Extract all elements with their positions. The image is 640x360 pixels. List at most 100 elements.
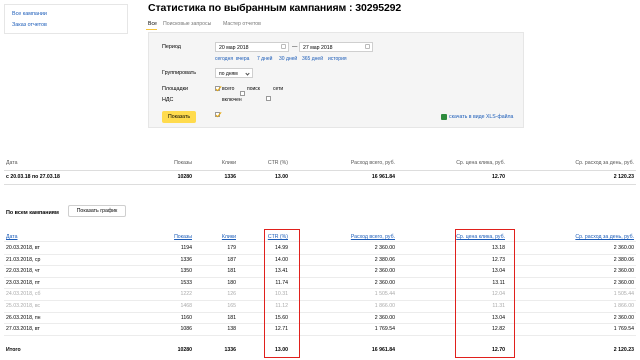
- row-date: 23.03.2018, пт: [6, 279, 41, 286]
- group-label: Группировать: [162, 70, 197, 76]
- row-clicks: 126: [227, 291, 236, 298]
- date-from-input[interactable]: 20 мар 2018: [215, 42, 289, 52]
- period-label: Период: [162, 44, 181, 50]
- row-impressions: 1160: [180, 314, 192, 321]
- group-select[interactable]: по дням: [215, 68, 253, 78]
- vat-checkbox[interactable]: [215, 112, 220, 117]
- row-date: 20.03.2018, вт: [6, 245, 40, 251]
- total-impressions: 10280: [177, 347, 192, 353]
- divider: [4, 311, 636, 313]
- divider: [4, 334, 636, 336]
- date-separator: —: [292, 44, 298, 50]
- calendar-icon[interactable]: [365, 44, 370, 49]
- summary-clicks: 1336: [224, 174, 236, 180]
- summary-col-spend: Расход всего, руб.: [350, 160, 395, 166]
- row-impressions: 1194: [180, 245, 192, 251]
- divider: [4, 241, 636, 242]
- summary-col-avg-cpc: Ср. цена клика, руб.: [456, 160, 505, 166]
- row-spend: 2 380.06: [374, 256, 395, 263]
- divider: [4, 253, 636, 255]
- quick-365-days[interactable]: 365 дней: [302, 56, 323, 62]
- col-spend[interactable]: Расход всего, руб.: [351, 234, 395, 240]
- row-clicks: 138: [227, 326, 236, 333]
- show-button[interactable]: Показать: [162, 111, 196, 123]
- row-clicks: 181: [227, 314, 236, 321]
- row-clicks: 180: [227, 279, 236, 286]
- total-spend: 16 961.84: [371, 347, 395, 353]
- row-avg-daily: 2 360.00: [613, 279, 634, 286]
- col-impressions[interactable]: Показы: [174, 234, 192, 240]
- site-all-checkbox[interactable]: [215, 86, 220, 91]
- date-to-value: 27 мар 2018: [303, 45, 333, 51]
- quick-history[interactable]: история: [328, 56, 347, 62]
- row-impressions: 1533: [180, 279, 192, 286]
- divider: [4, 299, 636, 301]
- row-spend: 1 866.00: [374, 303, 395, 309]
- row-spend: 2 360.00: [374, 279, 395, 286]
- row-date: 26.03.2018, пн: [6, 314, 41, 321]
- row-impressions: 1350: [180, 268, 192, 275]
- row-avg-daily: 2 380.06: [613, 256, 634, 263]
- site-search-label: поиск: [247, 86, 260, 92]
- row-date: 22.03.2018, чт: [6, 268, 40, 275]
- row-impressions: 1086: [180, 326, 192, 333]
- order-reports-link[interactable]: Заказ отчетов: [12, 22, 47, 28]
- all-campaigns-link[interactable]: Все кампании: [12, 11, 47, 17]
- group-select-value: по дням: [219, 71, 238, 77]
- page-title: Статистика по выбранным кампаниям : 3029…: [148, 2, 402, 14]
- summary-impressions: 10280: [177, 174, 192, 180]
- quick-today[interactable]: сегодня: [215, 56, 233, 62]
- summary-col-impressions: Показы: [174, 160, 192, 166]
- quick-yesterday[interactable]: вчера: [236, 56, 249, 62]
- quick-7-days[interactable]: 7 дней: [257, 56, 272, 62]
- download-xls-link[interactable]: скачать в виде XLS-файла: [449, 114, 513, 120]
- row-spend: 1 769.54: [374, 326, 395, 333]
- avg-cpc-column-highlight: [455, 229, 515, 358]
- row-date: 27.03.2018, вт: [6, 326, 40, 333]
- show-graph-button[interactable]: Показать график: [68, 205, 126, 217]
- summary-period: с 20.03.18 по 27.03.18: [6, 174, 60, 180]
- row-date: 24.03.2018, сб: [6, 291, 41, 298]
- summary-ctr: 13.00: [275, 174, 288, 180]
- divider: [4, 170, 636, 171]
- row-impressions: 1222: [180, 291, 192, 298]
- tab-report-wizard[interactable]: Мастер отчетов: [223, 21, 261, 27]
- divider: [4, 184, 636, 185]
- divider: [4, 288, 636, 290]
- total-clicks: 1336: [224, 347, 236, 353]
- row-impressions: 1336: [180, 256, 192, 263]
- row-avg-daily: 2 360.00: [613, 314, 634, 321]
- col-clicks[interactable]: Клики: [222, 234, 236, 240]
- row-clicks: 181: [227, 268, 236, 275]
- quick-30-days[interactable]: 30 дней: [279, 56, 297, 62]
- date-to-input[interactable]: 27 мар 2018: [299, 42, 373, 52]
- divider: [4, 265, 636, 267]
- divider: [4, 276, 636, 278]
- row-avg-daily: 1 866.00: [613, 303, 634, 309]
- row-avg-daily: 1 769.54: [613, 326, 634, 333]
- vat-label: НДС: [162, 97, 174, 103]
- excel-icon: [441, 114, 447, 120]
- tab-all[interactable]: Все: [148, 21, 157, 27]
- row-spend: 1 505.44: [374, 291, 395, 298]
- divider: [4, 323, 636, 325]
- by-campaigns-label: По всем кампаниям: [6, 210, 59, 216]
- summary-col-clicks: Клики: [221, 160, 236, 166]
- chevron-down-icon: [245, 71, 250, 76]
- row-avg-daily: 1 505.44: [613, 291, 634, 298]
- row-spend: 2 360.00: [374, 245, 395, 251]
- site-search-checkbox[interactable]: [240, 91, 245, 96]
- sites-label: Площадки: [162, 86, 189, 92]
- row-spend: 2 360.00: [374, 268, 395, 275]
- site-networks-checkbox[interactable]: [266, 96, 271, 101]
- vat-option-label: включен: [222, 97, 242, 103]
- row-clicks: 187: [227, 256, 236, 263]
- col-avg-daily[interactable]: Ср. расход за день, руб.: [575, 234, 634, 240]
- col-date[interactable]: Дата: [6, 234, 18, 240]
- row-date: 21.03.2018, ср: [6, 256, 41, 263]
- summary-col-avg-daily: Ср. расход за день, руб.: [575, 160, 634, 166]
- summary-col-ctr: CTR (%): [267, 160, 288, 166]
- tab-search-queries[interactable]: Поисковые запросы: [163, 21, 211, 27]
- row-date: 25.03.2018, вс: [6, 303, 41, 309]
- calendar-icon[interactable]: [281, 44, 286, 49]
